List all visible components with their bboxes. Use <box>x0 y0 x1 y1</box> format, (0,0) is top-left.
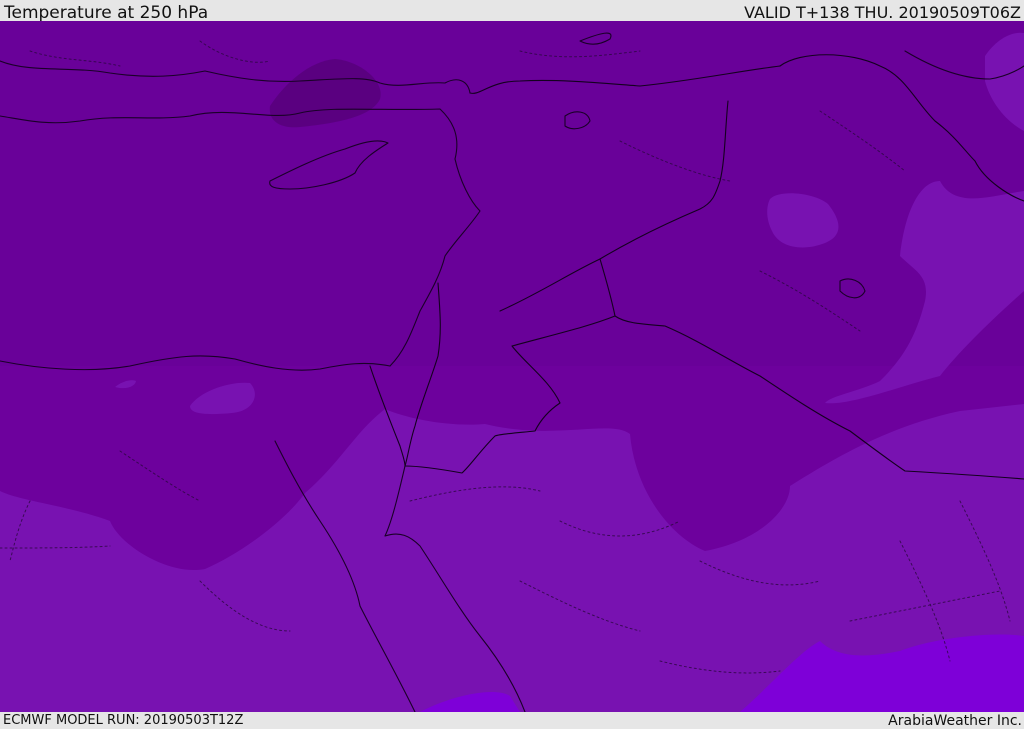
model-run: ECMWF MODEL RUN: 20190503T12Z <box>3 713 244 728</box>
temperature-map <box>0 21 1024 712</box>
valid-time: VALID T+138 THU. 20190509T06Z <box>744 3 1021 22</box>
map-footer: ECMWF MODEL RUN: 20190503T12Z ArabiaWeat… <box>0 712 1024 729</box>
map-header: Temperature at 250 hPa VALID T+138 THU. … <box>0 0 1024 23</box>
map-canvas <box>0 21 1024 712</box>
credit: ArabiaWeather Inc. <box>888 713 1022 729</box>
weather-map-page: Temperature at 250 hPa VALID T+138 THU. … <box>0 0 1024 729</box>
map-title: Temperature at 250 hPa <box>4 3 209 23</box>
